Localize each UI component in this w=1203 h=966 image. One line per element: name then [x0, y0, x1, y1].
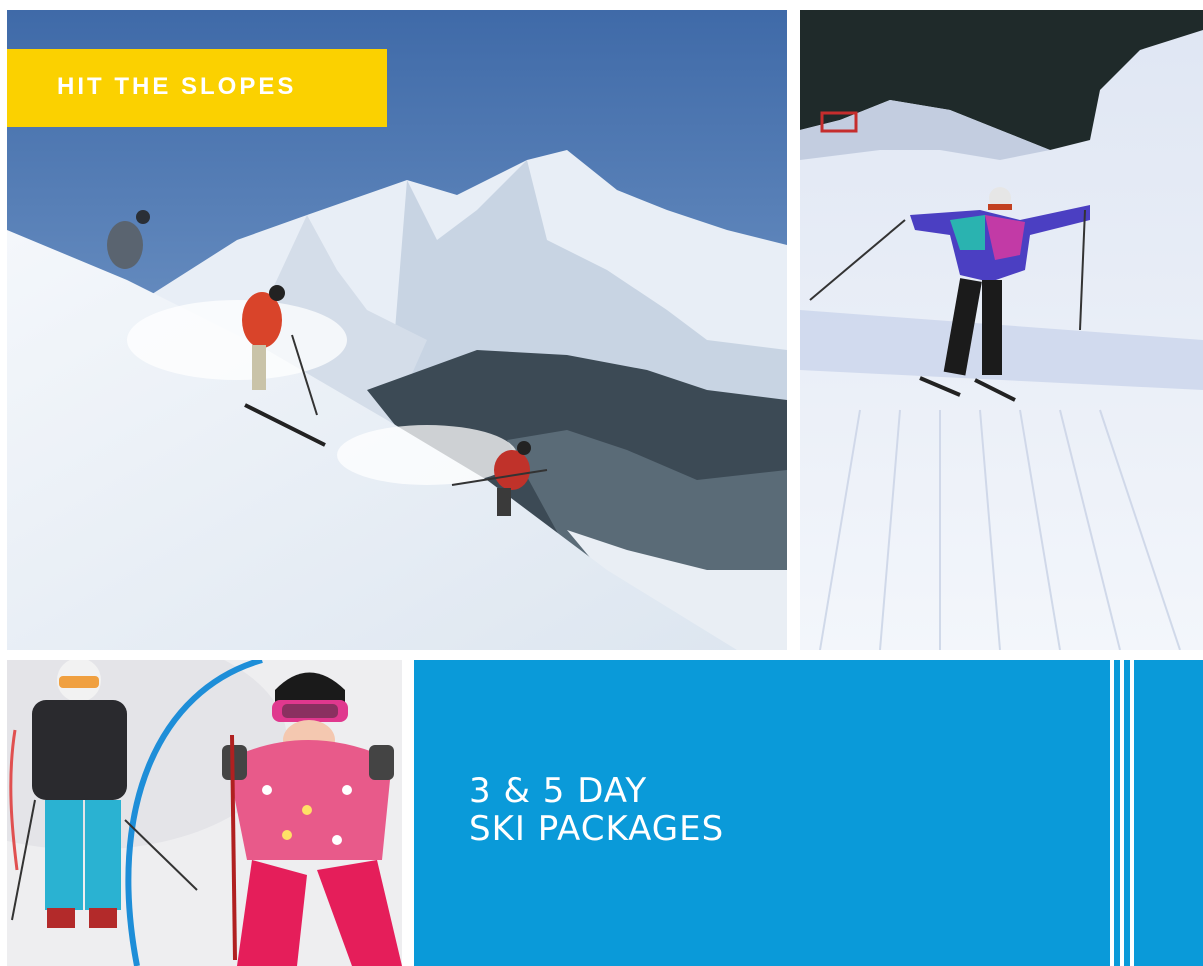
kids-skiing-photo	[7, 660, 402, 966]
decorative-stripe	[1130, 660, 1134, 966]
ski-packages-banner: 3 & 5 DAY SKI PACKAGES	[414, 660, 1203, 966]
banner-line-2: SKI PACKAGES	[469, 809, 725, 849]
ad-collage: HIT THE SLOPES 3 & 5 DAY SKI PACKAGES	[0, 0, 1203, 966]
decorative-stripe	[1110, 660, 1114, 966]
decorative-stripe	[1120, 660, 1124, 966]
groomed-slope-skier-photo	[800, 10, 1203, 650]
badge-label: HIT THE SLOPES	[57, 73, 297, 100]
banner-line-1: 3 & 5 DAY	[469, 771, 648, 811]
banner-headline: 3 & 5 DAY SKI PACKAGES	[469, 772, 724, 848]
hit-the-slopes-badge: HIT THE SLOPES	[7, 49, 387, 127]
